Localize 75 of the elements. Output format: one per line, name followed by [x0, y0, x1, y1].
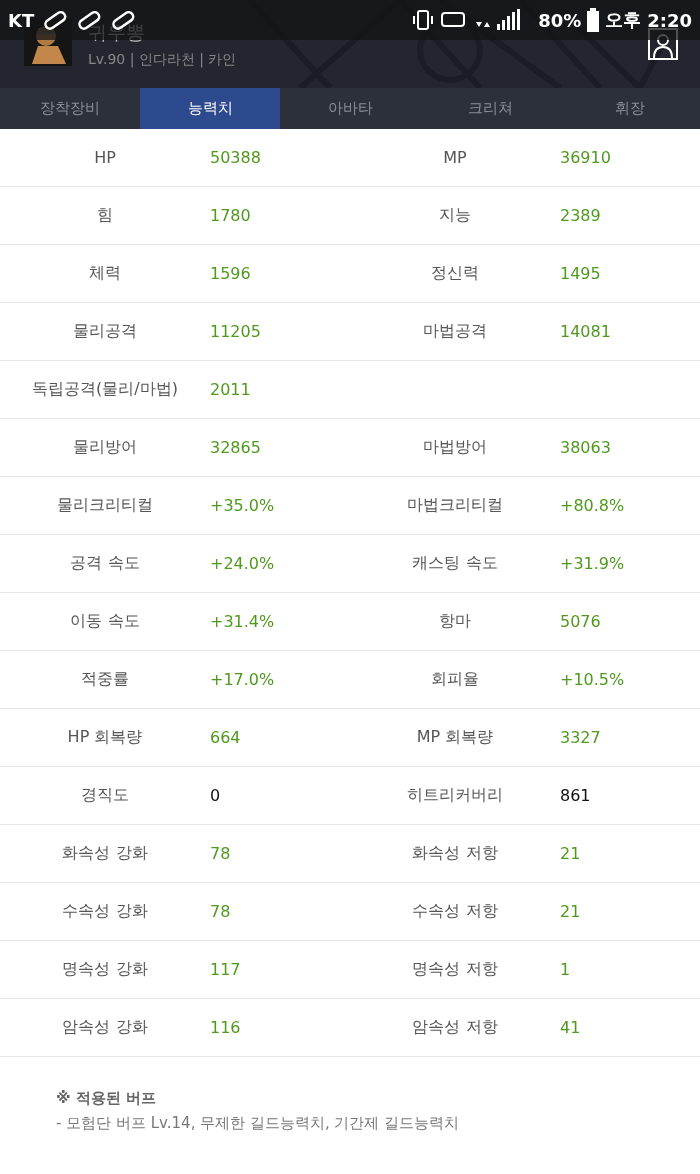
stat-label: 체력: [89, 263, 121, 282]
stat-label: 물리크리티컬: [57, 495, 153, 514]
tab[interactable]: 능력치: [140, 88, 280, 129]
stat-label: 물리공격: [73, 321, 137, 340]
stat-label: 화속성 강화: [62, 843, 148, 862]
stat-value: 861: [560, 786, 591, 805]
stat-label: 마법공격: [423, 321, 487, 340]
stat-label: 마법크리티컬: [407, 495, 503, 514]
stat-value: +31.4%: [210, 612, 275, 631]
stat-label: 명속성 저항: [412, 959, 498, 978]
stat-label: 공격 속도: [70, 553, 140, 572]
stat-value: 78: [210, 902, 231, 921]
stat-label: 이동 속도: [70, 611, 140, 630]
stat-label: 수속성 강화: [62, 901, 148, 920]
stat-label: 히트리커버리: [407, 785, 503, 804]
stat-label: 화속성 저항: [412, 843, 498, 862]
stat-value: +35.0%: [210, 496, 275, 515]
stat-value: 41: [560, 1018, 581, 1037]
stat-value: 116: [210, 1018, 241, 1037]
stat-value: 11205: [210, 322, 261, 341]
stat-value: 1596: [210, 264, 251, 283]
clock-ampm: 오후: [605, 8, 642, 32]
stat-label: 명속성 강화: [62, 959, 148, 978]
tab[interactable]: 휘장: [560, 88, 700, 129]
stat-value: +80.8%: [560, 496, 625, 515]
stat-label: 경직도: [81, 785, 129, 804]
battery-percent: 80%: [538, 9, 582, 31]
stat-label: 항마: [439, 611, 471, 630]
stat-value: 664: [210, 728, 241, 747]
clock-time: 2:20: [647, 9, 692, 31]
stat-label: 회피율: [431, 669, 479, 688]
character-info: Lv.90 | 인다라천 | 카인: [88, 50, 237, 68]
buff-title: ※ 적용된 버프: [56, 1088, 158, 1109]
stat-label: HP 회복량: [67, 727, 143, 746]
stat-value: 3327: [560, 728, 601, 747]
stat-value: 1: [560, 960, 571, 979]
stat-label: 캐스팅 속도: [412, 553, 498, 572]
stat-label: 정신력: [431, 263, 479, 282]
stat-value: +17.0%: [210, 670, 275, 689]
tab[interactable]: 아바타: [280, 88, 420, 129]
stat-value: 78: [210, 844, 231, 863]
stat-value: 21: [560, 902, 581, 921]
tab[interactable]: 크리쳐: [420, 88, 560, 129]
stat-label: 적중률: [81, 669, 129, 688]
stat-label: 암속성 강화: [62, 1017, 148, 1036]
stat-value: 32865: [210, 438, 261, 457]
buff-list: - 모험단 버프 Lv.14, 무제한 길드능력치, 기간제 길드능력치: [56, 1111, 644, 1135]
stat-label: 지능: [439, 205, 471, 224]
stat-value: 36910: [560, 148, 611, 167]
stat-value: 38063: [560, 438, 611, 457]
stat-value: +10.5%: [560, 670, 625, 689]
stat-label: HP: [94, 148, 116, 167]
stat-value: 2011: [210, 380, 251, 399]
stat-label: MP 회복량: [416, 727, 494, 746]
stat-label: 물리방어: [73, 437, 137, 456]
stat-value: +31.9%: [560, 554, 625, 573]
stat-label: 암속성 저항: [412, 1017, 498, 1036]
stat-value: 1495: [560, 264, 601, 283]
stat-value: 50388: [210, 148, 261, 167]
stat-label: 힘: [97, 205, 113, 224]
stat-value: 5076: [560, 612, 601, 631]
stat-value: 0: [210, 786, 221, 805]
stat-value: 21: [560, 844, 581, 863]
stat-value: 117: [210, 960, 241, 979]
character-name: 귀우뽕: [88, 20, 146, 44]
stat-value: +24.0%: [210, 554, 275, 573]
stat-value: 2389: [560, 206, 601, 225]
stat-label: 독립공격(물리/마법): [32, 379, 178, 398]
tab[interactable]: 장착장비: [0, 88, 140, 129]
stat-label: 마법방어: [423, 437, 487, 456]
stat-value: 14081: [560, 322, 611, 341]
stat-value: 1780: [210, 206, 251, 225]
stat-label: MP: [443, 148, 467, 167]
carrier-label: KT: [8, 9, 35, 31]
stat-label: 수속성 저항: [412, 901, 498, 920]
